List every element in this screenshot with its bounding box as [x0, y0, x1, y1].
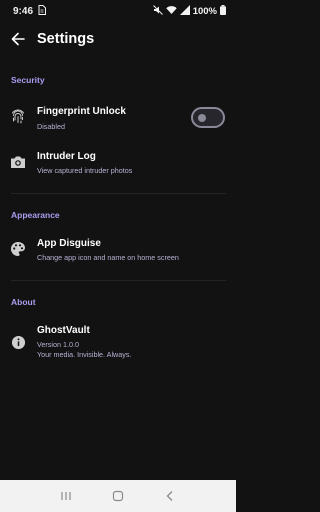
fingerprint-unlock-title: Fingerprint Unlock	[37, 106, 126, 117]
intruder-log-subtitle: View captured intruder photos	[37, 166, 133, 175]
arrow-back-icon[interactable]	[8, 29, 28, 49]
wifi-icon	[165, 5, 177, 18]
intruder-log-row[interactable]: Intruder Log View captured intruder phot…	[0, 148, 236, 176]
about-app-version: Version 1.0.0	[37, 340, 79, 349]
recents-icon[interactable]	[56, 488, 76, 504]
status-time: 9:46	[13, 5, 34, 17]
back-icon[interactable]	[160, 488, 180, 504]
doc-notification-icon	[38, 4, 47, 18]
fingerprint-unlock-subtitle: Disabled	[37, 122, 65, 131]
app-bar: Settings	[0, 24, 236, 54]
app-disguise-subtitle: Change app icon and name on home screen	[37, 253, 179, 262]
about-app-title: GhostVault	[37, 325, 90, 336]
fingerprint-toggle[interactable]	[191, 107, 225, 128]
app-disguise-row[interactable]: App Disguise Change app icon and name on…	[0, 236, 236, 264]
home-icon[interactable]	[108, 488, 128, 504]
section-title-security: Security	[11, 75, 45, 85]
status-bar: 9:46 100%	[0, 0, 236, 22]
system-nav-bar	[0, 480, 236, 512]
divider	[11, 193, 226, 194]
camera-icon	[10, 154, 26, 170]
section-title-about: About	[11, 297, 36, 307]
about-app-tagline: Your media. Invisible. Always.	[37, 350, 132, 359]
toggle-knob	[198, 113, 206, 122]
fingerprint-icon	[10, 109, 26, 125]
signal-icon	[179, 4, 190, 18]
intruder-log-title: Intruder Log	[37, 151, 96, 162]
battery-icon	[220, 4, 226, 18]
page-title: Settings	[37, 31, 95, 47]
info-icon	[10, 334, 26, 350]
about-app-row: GhostVault Version 1.0.0 Your media. Inv…	[0, 323, 236, 363]
palette-icon	[10, 241, 26, 257]
app-disguise-title: App Disguise	[37, 238, 101, 249]
section-title-appearance: Appearance	[11, 210, 60, 220]
divider	[11, 280, 226, 281]
battery-percent: 100%	[192, 5, 217, 17]
mute-icon	[152, 4, 163, 18]
